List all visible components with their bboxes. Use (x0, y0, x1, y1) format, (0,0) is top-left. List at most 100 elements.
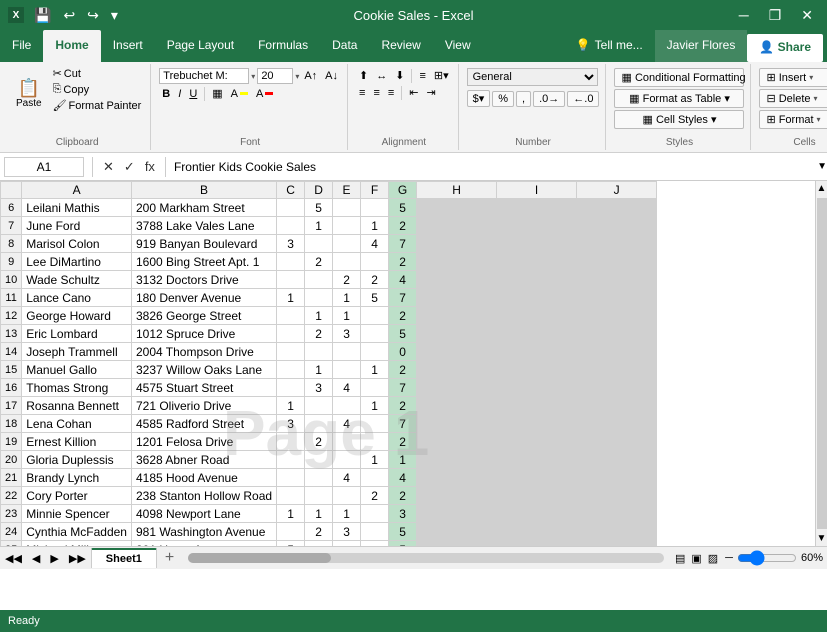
cell-15-G[interactable]: 2 (389, 361, 417, 379)
cell-empty[interactable] (417, 415, 497, 433)
cell-18-G[interactable]: 7 (389, 415, 417, 433)
cell-empty[interactable] (417, 505, 497, 523)
cell-empty[interactable] (417, 541, 497, 547)
increase-font-button[interactable]: A↑ (301, 69, 320, 83)
cell-12-C[interactable] (277, 307, 305, 325)
cell-15-A[interactable]: Manuel Gallo (22, 361, 132, 379)
underline-button[interactable]: U (186, 87, 200, 101)
cell-24-C[interactable] (277, 523, 305, 541)
cell-22-B[interactable]: 238 Stanton Hollow Road (131, 487, 276, 505)
cell-empty[interactable] (577, 289, 657, 307)
cell-11-C[interactable]: 1 (277, 289, 305, 307)
cell-19-D[interactable]: 2 (305, 433, 333, 451)
cell-8-E[interactable] (333, 235, 361, 253)
share-button[interactable]: 👤 Share (747, 34, 823, 62)
cell-22-A[interactable]: Cory Porter (22, 487, 132, 505)
cell-styles-button[interactable]: ▦ Cell Styles ▾ (614, 110, 744, 129)
cell-23-C[interactable]: 1 (277, 505, 305, 523)
cell-empty[interactable] (417, 397, 497, 415)
cell-15-F[interactable]: 1 (361, 361, 389, 379)
cell-empty[interactable] (417, 523, 497, 541)
grid-scroll-area[interactable]: Page 1 A B C D E F G H I J (0, 181, 815, 546)
cell-7-E[interactable] (333, 217, 361, 235)
tab-data[interactable]: Data (320, 30, 369, 62)
cell-19-C[interactable] (277, 433, 305, 451)
formula-expand-button[interactable]: ▼ (817, 161, 827, 172)
cell-10-B[interactable]: 3132 Doctors Drive (131, 271, 276, 289)
scroll-thumb[interactable] (817, 198, 827, 529)
cell-8-G[interactable]: 7 (389, 235, 417, 253)
page-layout-view-button[interactable]: ▣ (688, 551, 704, 566)
cell-22-E[interactable] (333, 487, 361, 505)
cell-21-D[interactable] (305, 469, 333, 487)
border-button[interactable]: ▦ (209, 86, 225, 101)
col-header-i[interactable]: I (497, 182, 577, 199)
conditional-formatting-button[interactable]: ▦ Conditional Formatting (614, 68, 744, 87)
cell-empty[interactable] (577, 541, 657, 547)
cell-16-B[interactable]: 4575 Stuart Street (131, 379, 276, 397)
cell-empty[interactable] (497, 505, 577, 523)
restore-button[interactable]: ❐ (763, 5, 788, 26)
paste-button[interactable]: 📋 Paste (10, 66, 48, 122)
col-header-g[interactable]: G (389, 182, 417, 199)
horizontal-scroll-thumb[interactable] (188, 553, 331, 563)
cell-empty[interactable] (577, 505, 657, 523)
add-sheet-button[interactable]: + (159, 549, 180, 567)
cell-20-A[interactable]: Gloria Duplessis (22, 451, 132, 469)
number-format-select[interactable]: General (467, 68, 599, 86)
cell-empty[interactable] (417, 199, 497, 217)
minimize-button[interactable]: ─ (733, 5, 755, 25)
cell-14-G[interactable]: 0 (389, 343, 417, 361)
cell-16-C[interactable] (277, 379, 305, 397)
cell-10-G[interactable]: 4 (389, 271, 417, 289)
cell-24-E[interactable]: 3 (333, 523, 361, 541)
cell-11-D[interactable] (305, 289, 333, 307)
cell-8-D[interactable] (305, 235, 333, 253)
col-header-j[interactable]: J (577, 182, 657, 199)
col-header-e[interactable]: E (333, 182, 361, 199)
cell-14-A[interactable]: Joseph Trammell (22, 343, 132, 361)
cell-empty[interactable] (497, 451, 577, 469)
align-middle-button[interactable]: ↔ (373, 69, 390, 83)
cell-empty[interactable] (417, 487, 497, 505)
cell-6-B[interactable]: 200 Markham Street (131, 199, 276, 217)
col-header-h[interactable]: H (417, 182, 497, 199)
cell-empty[interactable] (497, 217, 577, 235)
cell-23-G[interactable]: 3 (389, 505, 417, 523)
cell-empty[interactable] (417, 379, 497, 397)
cell-9-C[interactable] (277, 253, 305, 271)
cell-17-G[interactable]: 2 (389, 397, 417, 415)
cell-16-A[interactable]: Thomas Strong (22, 379, 132, 397)
cell-20-G[interactable]: 1 (389, 451, 417, 469)
cell-7-A[interactable]: June Ford (22, 217, 132, 235)
cell-16-D[interactable]: 3 (305, 379, 333, 397)
cell-10-C[interactable] (277, 271, 305, 289)
copy-button[interactable]: ⎘ Copy (50, 82, 145, 97)
scroll-sheets-right-button[interactable]: ▶ (45, 550, 63, 567)
cell-empty[interactable] (417, 325, 497, 343)
cell-9-E[interactable] (333, 253, 361, 271)
cell-10-E[interactable]: 2 (333, 271, 361, 289)
cell-12-F[interactable] (361, 307, 389, 325)
cell-23-B[interactable]: 4098 Newport Lane (131, 505, 276, 523)
scroll-down-button[interactable]: ▼ (815, 531, 827, 546)
page-break-view-button[interactable]: ▨ (705, 551, 721, 566)
enter-formula-button[interactable]: ✓ (120, 158, 139, 176)
col-header-d[interactable]: D (305, 182, 333, 199)
cell-22-F[interactable]: 2 (361, 487, 389, 505)
cell-empty[interactable] (497, 433, 577, 451)
cell-18-F[interactable] (361, 415, 389, 433)
cell-16-F[interactable] (361, 379, 389, 397)
cell-25-F[interactable] (361, 541, 389, 547)
percent-button[interactable]: % (492, 91, 514, 107)
cell-18-C[interactable]: 3 (277, 415, 305, 433)
qat-customize-button[interactable]: ▾ (107, 5, 122, 26)
comma-button[interactable]: , (516, 91, 531, 107)
cell-23-D[interactable]: 1 (305, 505, 333, 523)
cell-20-B[interactable]: 3628 Abner Road (131, 451, 276, 469)
tab-view[interactable]: View (433, 30, 483, 62)
cell-17-D[interactable] (305, 397, 333, 415)
cell-20-F[interactable]: 1 (361, 451, 389, 469)
cell-12-A[interactable]: George Howard (22, 307, 132, 325)
cell-25-E[interactable] (333, 541, 361, 547)
